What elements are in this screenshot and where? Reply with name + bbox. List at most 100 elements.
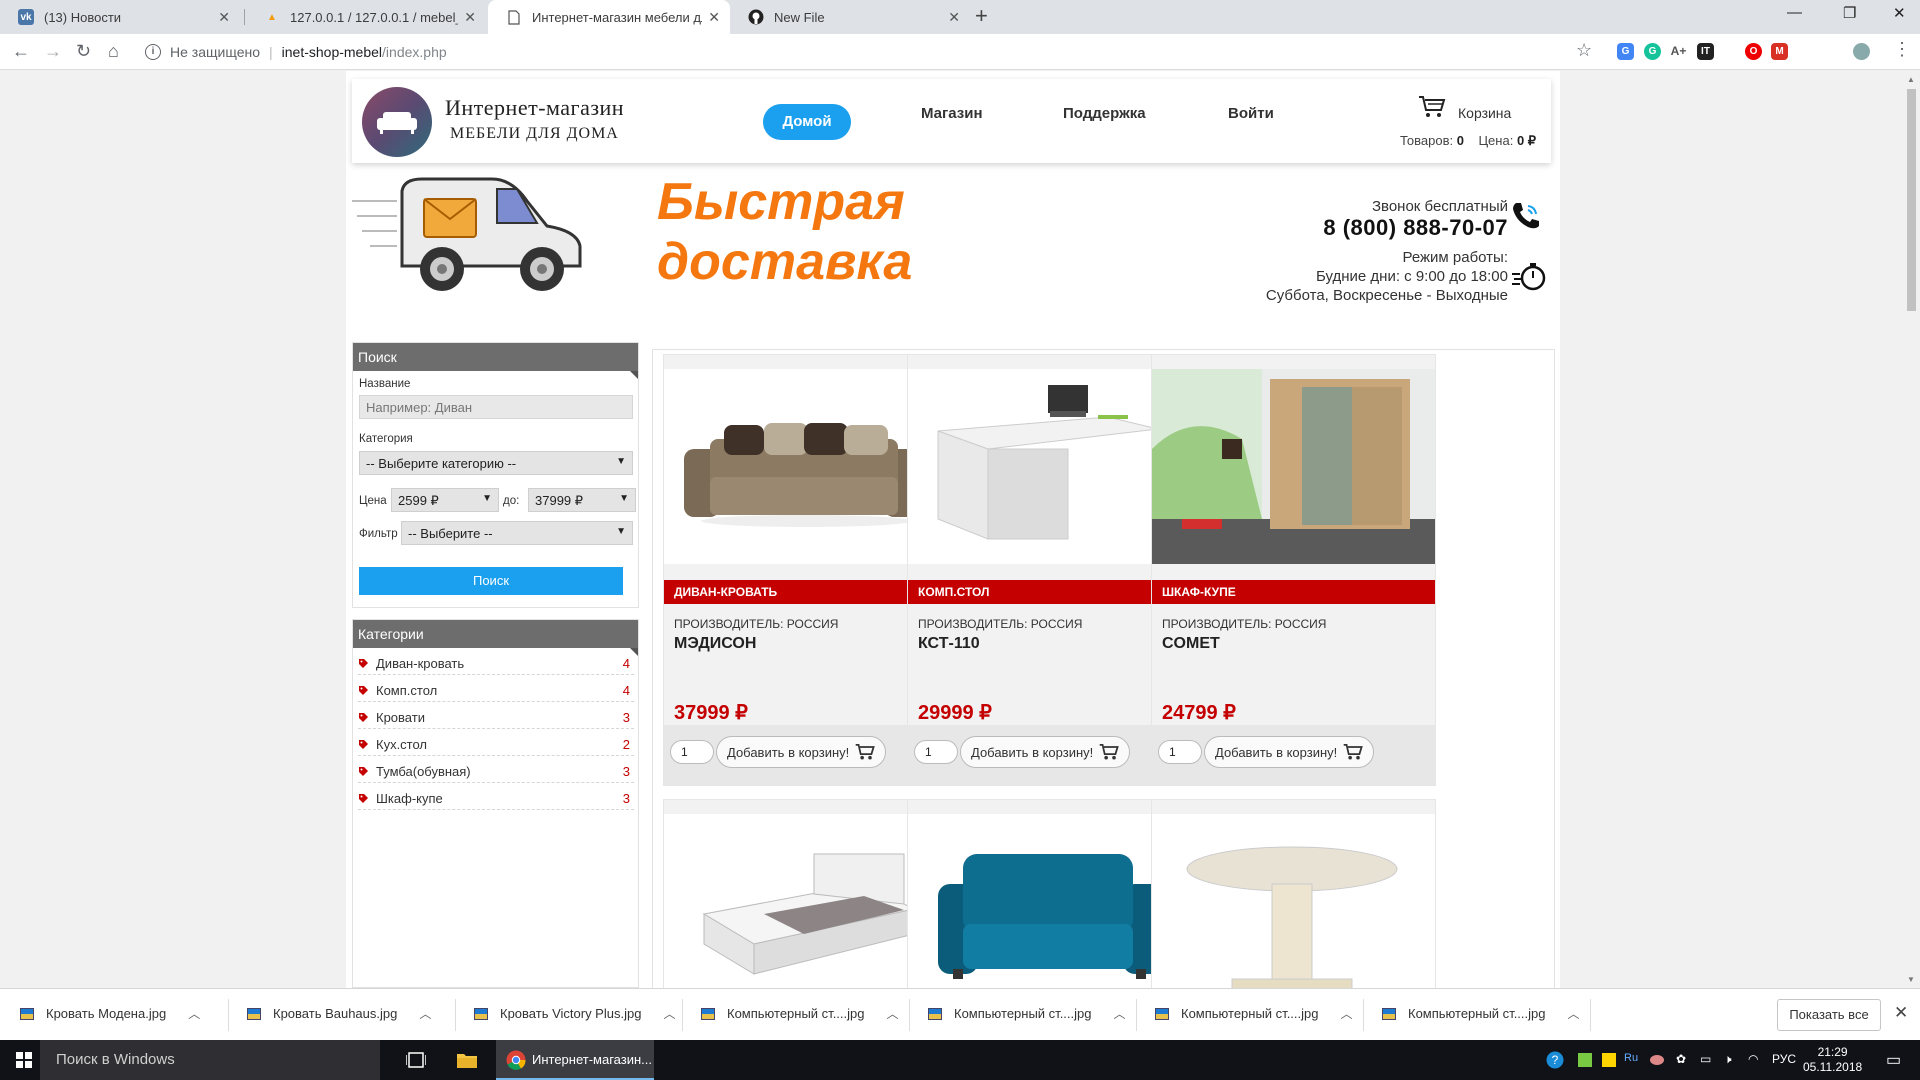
download-item[interactable]: Компьютерный ст....jpg ︿	[1382, 1005, 1580, 1022]
scroll-down-icon[interactable]: ▼	[1907, 975, 1915, 984]
profile-avatar-icon[interactable]	[1853, 43, 1870, 60]
task-view-icon[interactable]	[405, 1051, 427, 1072]
volume-icon[interactable]: 🕨	[1724, 1052, 1732, 1067]
product-name[interactable]: Comet	[1162, 635, 1220, 653]
name-search-input[interactable]: Например: Диван	[359, 395, 633, 419]
category-item[interactable]: Диван-кровать 4	[358, 653, 634, 675]
nav-login[interactable]: Войти	[1228, 105, 1274, 122]
minimize-icon[interactable]: —	[1787, 4, 1802, 21]
notification-icon[interactable]: ▭	[1886, 1050, 1901, 1070]
category-item[interactable]: Шкаф-купе 3	[358, 788, 634, 810]
scrollbar-thumb[interactable]	[1907, 89, 1916, 311]
cart-label[interactable]: Корзина	[1458, 105, 1511, 121]
chevron-up-icon[interactable]: ︿	[663, 1005, 675, 1022]
category-item[interactable]: Кух.стол 2	[358, 734, 634, 756]
product-image[interactable]	[664, 814, 947, 988]
product-category-ribbon[interactable]: Диван-кровать	[664, 580, 947, 604]
quantity-input[interactable]: 1	[1158, 740, 1202, 764]
reload-icon[interactable]: ↻	[76, 41, 91, 62]
address-bar[interactable]: i Не защищено | inet-shop-mebel/index.ph…	[145, 38, 1600, 66]
font-size-extension-icon[interactable]: A+	[1670, 43, 1687, 60]
ut-extension-icon[interactable]: IT	[1697, 43, 1714, 60]
quantity-input[interactable]: 1	[670, 740, 714, 764]
price-from-select[interactable]: 2599 ₽ ▼	[391, 488, 499, 512]
price-to-select[interactable]: 37999 ₽ ▼	[528, 488, 636, 512]
add-to-cart-button[interactable]: Добавить в корзину!	[960, 736, 1130, 768]
download-item[interactable]: Компьютерный ст....jpg ︿	[928, 1005, 1126, 1022]
quantity-input[interactable]: 1	[914, 740, 958, 764]
language-indicator[interactable]: РУС	[1772, 1052, 1796, 1066]
tray-app-icon[interactable]	[1578, 1053, 1592, 1067]
maximize-icon[interactable]: ❐	[1843, 4, 1856, 22]
new-tab-icon[interactable]: +	[975, 3, 988, 29]
category-item[interactable]: Тумба(обувная) 3	[358, 761, 634, 783]
system-clock[interactable]: 21:29 05.11.2018	[1803, 1045, 1862, 1075]
tray-flag-icon[interactable]	[1602, 1053, 1616, 1067]
taskbar-chrome-app[interactable]: Интернет-магазин...	[496, 1040, 654, 1080]
chevron-up-icon[interactable]: ︿	[188, 1005, 200, 1022]
nav-support[interactable]: Поддержка	[1063, 105, 1146, 122]
close-tab-icon[interactable]: ✕	[218, 9, 230, 26]
close-downloads-icon[interactable]: ✕	[1894, 1003, 1908, 1023]
translate-extension-icon[interactable]: G	[1617, 43, 1634, 60]
grammarly-extension-icon[interactable]: G	[1644, 43, 1661, 60]
tray-ru-icon[interactable]: Ru	[1624, 1052, 1638, 1064]
tab-shop-active[interactable]: Интернет-магазин мебели для дома ✕	[488, 0, 730, 34]
category-item[interactable]: Кровати 3	[358, 707, 634, 729]
product-image[interactable]	[664, 369, 947, 564]
gmail-extension-icon[interactable]: M	[1771, 43, 1788, 60]
chevron-up-icon[interactable]: ︿	[1568, 1005, 1580, 1022]
download-item[interactable]: Кровать Модена.jpg ︿	[20, 1005, 200, 1022]
back-icon[interactable]: ←	[12, 41, 30, 62]
product-image[interactable]	[1152, 814, 1435, 988]
product-name[interactable]: Мэдисон	[674, 635, 756, 653]
product-category-ribbon[interactable]: Шкаф-купе	[1152, 580, 1435, 604]
product-category-ribbon[interactable]: Комп.стол	[908, 580, 1191, 604]
help-icon[interactable]: ?	[1546, 1051, 1564, 1072]
chevron-up-icon[interactable]: ︿	[419, 1005, 431, 1022]
info-icon[interactable]: i	[145, 44, 161, 60]
download-item[interactable]: Кровать Bauhaus.jpg ︿	[247, 1005, 431, 1022]
chevron-up-icon[interactable]: ︿	[887, 1005, 899, 1022]
scroll-up-icon[interactable]: ▲	[1907, 75, 1915, 84]
opera-extension-icon[interactable]: O	[1745, 43, 1762, 60]
cart-icon[interactable]	[1418, 95, 1446, 122]
add-to-cart-button[interactable]: Добавить в корзину!	[1204, 736, 1374, 768]
show-all-downloads-button[interactable]: Показать все	[1777, 999, 1881, 1031]
category-select[interactable]: -- Выберите категорию -- ▼	[359, 451, 633, 475]
filter-select[interactable]: -- Выберите -- ▼	[401, 521, 633, 545]
chevron-up-icon[interactable]: ︿	[1341, 1005, 1353, 1022]
product-image[interactable]	[1152, 369, 1435, 564]
tray-app2-icon[interactable]	[1650, 1055, 1664, 1065]
phone-number[interactable]: 8 (800) 888-70-07	[1323, 215, 1508, 241]
product-image[interactable]	[908, 814, 1191, 988]
download-item[interactable]: Компьютерный ст....jpg ︿	[701, 1005, 899, 1022]
close-tab-icon[interactable]: ✕	[708, 9, 720, 26]
home-icon[interactable]: ⌂	[108, 41, 119, 62]
windows-start-icon[interactable]	[16, 1052, 32, 1071]
nav-home[interactable]: Домой	[763, 104, 851, 140]
tab-github-new-file[interactable]: New File ✕	[730, 0, 970, 34]
close-tab-icon[interactable]: ✕	[948, 9, 960, 26]
menu-kebab-icon[interactable]: ⋮	[1893, 39, 1911, 60]
close-tab-icon[interactable]: ✕	[464, 9, 476, 26]
file-explorer-icon[interactable]	[456, 1051, 478, 1072]
product-image[interactable]	[908, 369, 1191, 564]
search-button[interactable]: Поиск	[359, 567, 623, 595]
sofa-logo-icon[interactable]	[362, 87, 432, 157]
nav-shop[interactable]: Магазин	[921, 105, 983, 122]
forward-icon[interactable]: →	[44, 41, 62, 62]
tray-app3-icon[interactable]: ✿	[1676, 1052, 1686, 1066]
wifi-icon[interactable]: ◠	[1748, 1052, 1758, 1066]
page-scrollbar[interactable]: ▲ ▼	[1903, 71, 1920, 988]
battery-icon[interactable]: ▭	[1700, 1052, 1711, 1066]
bookmark-star-icon[interactable]: ☆	[1576, 40, 1592, 61]
chevron-up-icon[interactable]: ︿	[1114, 1005, 1126, 1022]
close-window-icon[interactable]: ✕	[1893, 4, 1906, 22]
download-item[interactable]: Компьютерный ст....jpg ︿	[1155, 1005, 1353, 1022]
product-name[interactable]: КСТ-110	[918, 635, 980, 653]
add-to-cart-button[interactable]: Добавить в корзину!	[716, 736, 886, 768]
category-item[interactable]: Комп.стол 4	[358, 680, 634, 702]
windows-search-box[interactable]: Поиск в Windows	[40, 1040, 380, 1080]
download-item[interactable]: Кровать Victory Plus.jpg ︿	[474, 1005, 675, 1022]
